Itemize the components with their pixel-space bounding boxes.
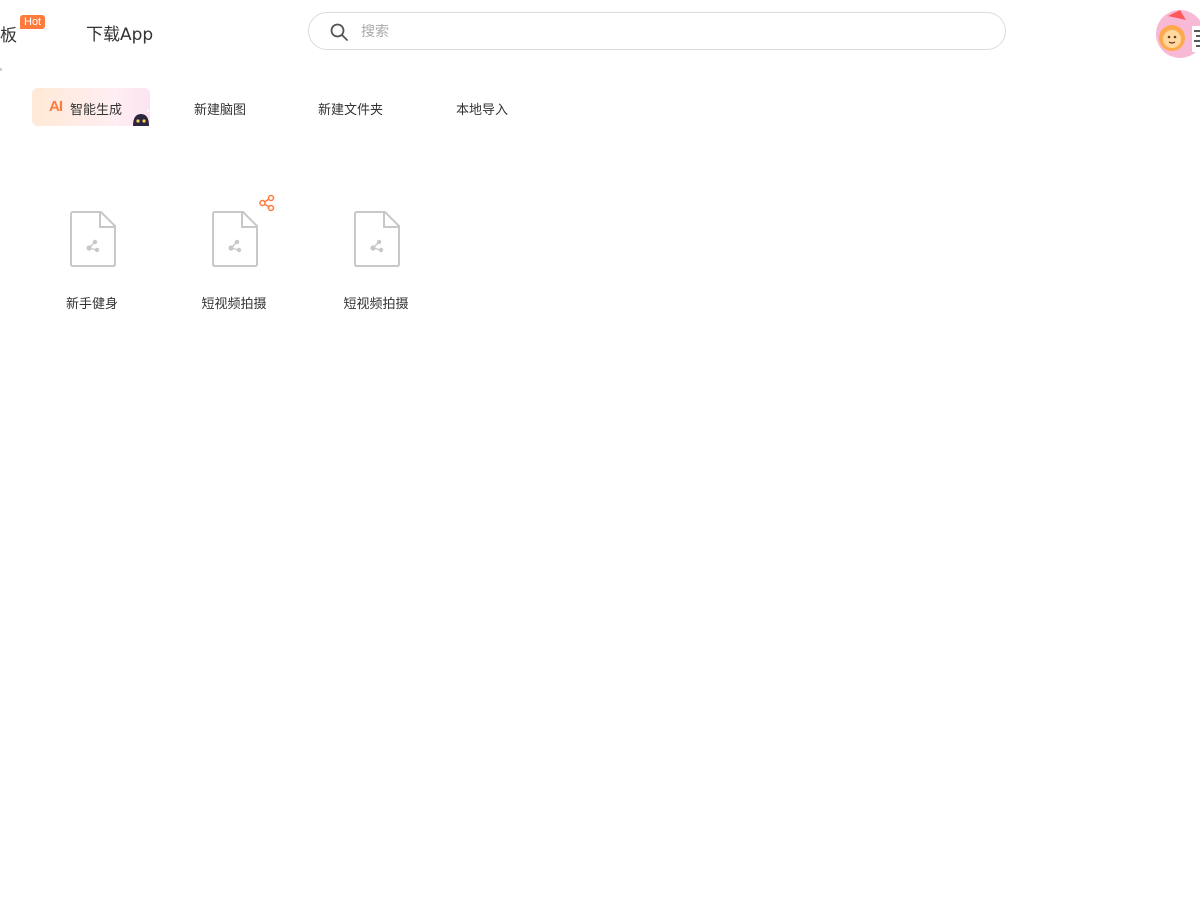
mindmap-file-icon	[69, 210, 117, 268]
ai-mascot-icon	[130, 108, 152, 128]
file-name: 新手健身	[65, 297, 118, 312]
file-name: 短视频拍摄	[201, 297, 267, 312]
mindmap-file-icon	[353, 210, 401, 268]
new-mindmap-button[interactable]: 新建脑图	[194, 99, 246, 118]
ai-generate-label: 智能生成	[70, 103, 123, 118]
file-item[interactable]: 短视频拍摄	[174, 190, 294, 320]
ai-generate-button[interactable]: AI 智能生成	[32, 88, 150, 126]
hot-badge: Hot	[20, 15, 46, 29]
new-folder-button[interactable]: 新建文件夹	[318, 99, 383, 118]
file-item[interactable]: 新手健身	[32, 190, 152, 320]
share-icon	[258, 194, 276, 212]
search-input[interactable]	[359, 19, 983, 45]
file-item[interactable]: 短视频拍摄	[316, 190, 436, 320]
file-name: 短视频拍摄	[343, 297, 409, 312]
divider	[0, 68, 2, 71]
nav-download-app-link[interactable]: 下载App	[86, 20, 153, 45]
nav-templates-link[interactable]: 板	[0, 21, 17, 46]
search-icon	[329, 22, 349, 42]
promo-avatar-icon[interactable]	[1152, 6, 1200, 58]
action-toolbar: AI 智能生成 新建脑图 新建文件夹 本地导入	[0, 86, 1200, 128]
top-header: 板 Hot 下载App	[0, 0, 1200, 64]
mindmap-file-icon	[211, 210, 259, 268]
ai-icon: AI	[49, 98, 63, 115]
local-import-button[interactable]: 本地导入	[456, 99, 508, 118]
file-grid: 新手健身 短视频拍摄 短视频拍摄	[0, 190, 1200, 330]
search-box[interactable]	[308, 12, 1006, 50]
